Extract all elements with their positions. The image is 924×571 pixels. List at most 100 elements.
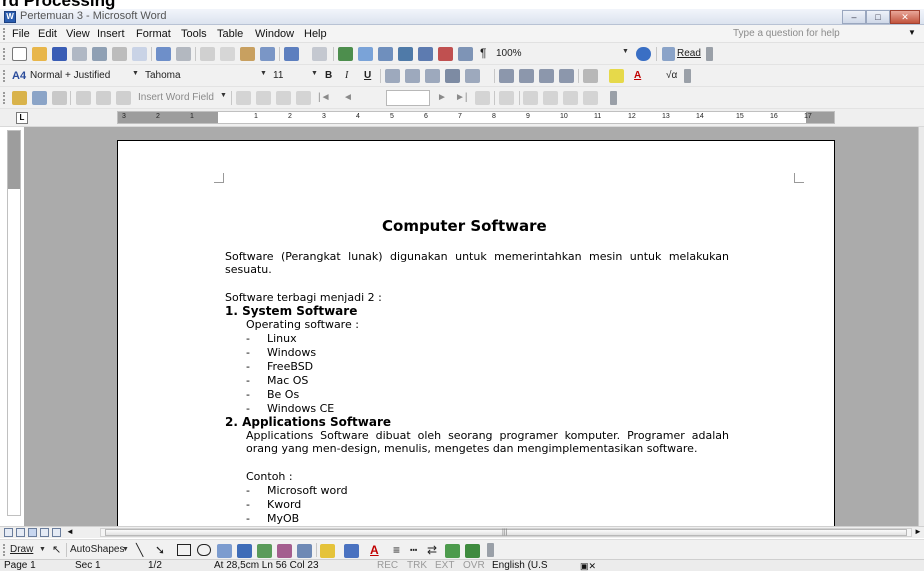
decrease-indent-icon[interactable] [539,69,554,83]
horizontal-ruler[interactable]: 3 2 1 1 2 3 4 5 6 7 8 9 10 11 12 13 14 1… [117,111,835,124]
select-objects-icon[interactable]: ↖ [52,543,61,556]
ask-question-dropdown-icon[interactable]: ▼ [908,28,916,37]
email-icon[interactable] [92,47,107,61]
tab-selector[interactable]: L [16,112,28,124]
close-button[interactable]: ✕ [890,10,920,24]
vertical-ruler[interactable] [7,130,21,516]
document-page[interactable]: Computer Software Software (Perangkat lu… [117,140,835,526]
status-trk[interactable]: TRK [407,560,427,571]
previous-record-icon[interactable]: ◄ [343,92,353,103]
permission-icon[interactable] [72,47,87,61]
bullets-icon[interactable] [519,69,534,83]
italic-button[interactable]: I [345,70,348,81]
align-right-icon[interactable] [425,69,440,83]
view-merged-data-icon[interactable] [236,91,251,105]
align-center-icon[interactable] [405,69,420,83]
menu-tools[interactable]: Tools [181,28,207,40]
line-color-icon[interactable] [344,544,359,558]
check-errors-icon[interactable] [499,91,514,105]
print-preview-icon[interactable] [132,47,147,61]
align-left-icon[interactable] [385,69,400,83]
clip-art-icon[interactable] [277,544,292,558]
style-box[interactable]: Normal + Justified [30,70,110,81]
3d-style-icon[interactable] [465,544,480,558]
print-layout-view-icon[interactable] [28,528,37,537]
insert-word-field-button[interactable]: Insert Word Field [138,92,214,103]
autoshapes-dropdown-icon[interactable]: ▼ [122,546,129,553]
merge-to-fax-icon[interactable] [583,91,598,105]
redo-icon[interactable] [312,47,327,61]
insert-excel-icon[interactable] [398,47,413,61]
zoom-dropdown-icon[interactable]: ▼ [622,48,629,55]
draw-menu-button[interactable]: Draw [10,544,33,555]
menu-file[interactable]: File [12,28,30,40]
insert-picture-icon[interactable] [297,544,312,558]
line-icon[interactable]: ╲ [136,543,143,557]
paste-icon[interactable] [240,47,255,61]
menu-format[interactable]: Format [136,28,171,40]
arrow-icon[interactable]: ➘ [155,543,165,557]
toolbar-options-icon[interactable] [706,47,713,61]
toolbar-options-icon[interactable] [487,543,494,557]
draw-font-color-icon[interactable]: A [370,543,379,557]
undo-icon[interactable] [284,47,299,61]
read-button[interactable]: Read [677,48,701,59]
outline-view-icon[interactable] [40,528,49,537]
menu-help[interactable]: Help [304,28,327,40]
diagram-icon[interactable] [257,544,272,558]
first-record-icon[interactable]: |◄ [318,92,331,103]
drawing-icon[interactable] [438,47,453,61]
equation-icon[interactable]: √α [666,70,677,81]
status-ovr[interactable]: OVR [463,560,485,571]
line-style-icon[interactable]: ≡ [393,543,400,557]
shadow-style-icon[interactable] [445,544,460,558]
toolbar-grip[interactable] [3,28,6,40]
styles-pane-icon[interactable]: A4 [12,70,26,82]
document-map-icon[interactable] [458,47,473,61]
spelling-status-icon[interactable]: ▣✕ [580,560,596,571]
address-block-icon[interactable] [76,91,91,105]
research-icon[interactable] [176,47,191,61]
merge-fields-icon[interactable] [116,91,131,105]
insert-word-field-dropdown-icon[interactable]: ▼ [220,92,227,99]
line-spacing-icon[interactable] [465,69,480,83]
highlight-icon[interactable] [609,69,624,83]
show-hide-icon[interactable]: ¶ [480,46,486,60]
vertical-scrollbar[interactable] [918,127,924,526]
print-icon[interactable] [112,47,127,61]
wordart-icon[interactable] [237,544,252,558]
font-box[interactable]: Tahoma [145,70,181,81]
minimize-button[interactable]: – [842,10,866,24]
increase-indent-icon[interactable] [559,69,574,83]
propagate-labels-icon[interactable] [296,91,311,105]
help-icon[interactable] [636,47,651,61]
font-color-icon[interactable]: A [634,70,641,81]
format-painter-icon[interactable] [260,47,275,61]
last-record-icon[interactable]: ►| [455,92,468,103]
font-dropdown-icon[interactable]: ▼ [260,70,267,77]
toolbar-options-icon[interactable] [684,69,691,83]
go-to-record-field[interactable] [386,90,430,106]
toolbar-options-icon[interactable] [610,91,617,105]
rectangle-icon[interactable] [177,544,191,556]
next-record-icon[interactable]: ► [437,92,447,103]
merge-to-printer-icon[interactable] [543,91,558,105]
menu-table[interactable]: Table [217,28,243,40]
text-box-icon[interactable] [217,544,232,558]
match-fields-icon[interactable] [276,91,291,105]
status-ext[interactable]: EXT [435,560,454,571]
ask-question-box[interactable]: Type a question for help [733,27,907,41]
arrow-style-icon[interactable]: ⇄ [427,543,437,557]
toolbar-grip[interactable] [3,544,6,556]
font-size-box[interactable]: 11 [273,70,283,81]
status-rec[interactable]: REC [377,560,398,571]
open-folder-icon[interactable] [32,47,47,61]
style-dropdown-icon[interactable]: ▼ [132,70,139,77]
toolbar-grip[interactable] [3,70,6,82]
zoom-value[interactable]: 100% [496,48,522,59]
maximize-button[interactable]: □ [866,10,890,24]
horizontal-scroll-thumb[interactable]: ||| [105,529,907,536]
autoshapes-button[interactable]: AutoShapes [70,544,125,555]
underline-button[interactable]: U [364,70,371,81]
insert-table-icon[interactable] [378,47,393,61]
